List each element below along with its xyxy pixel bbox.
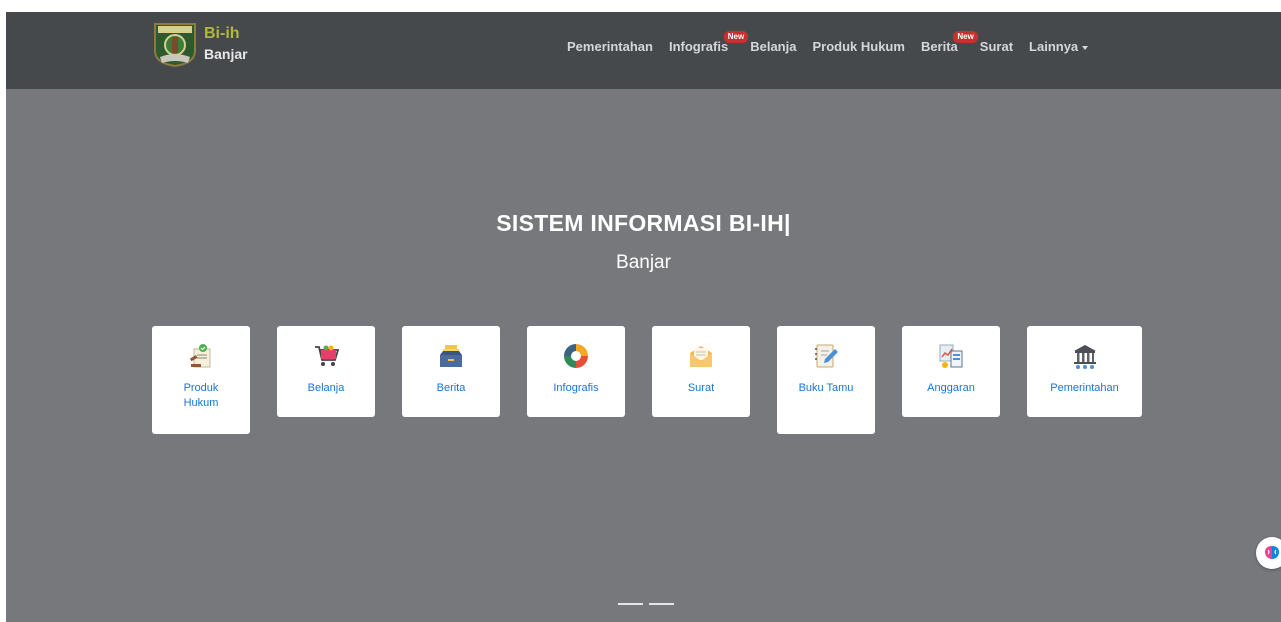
card-infografis[interactable]: Infografis — [527, 326, 625, 417]
card-berita[interactable]: Berita — [402, 326, 500, 417]
main-nav: Pemerintahan Infografis New Belanja Prod… — [567, 31, 1089, 54]
nav-item-berita[interactable]: Berita New — [921, 31, 978, 54]
news-inbox-icon — [440, 345, 462, 367]
floating-assistant-button[interactable] — [1256, 537, 1281, 569]
page: Bi-ih Banjar Pemerintahan Infografis New… — [6, 12, 1281, 622]
shopping-cart-icon — [315, 345, 339, 366]
card-anggaran[interactable]: Anggaran — [902, 326, 1000, 417]
card-pemerintahan[interactable]: Pemerintahan — [1027, 326, 1142, 417]
nav-item-infografis[interactable]: Infografis New — [669, 31, 749, 54]
nav-item-pemerintahan[interactable]: Pemerintahan — [567, 39, 653, 54]
card-surat[interactable]: Surat — [652, 326, 750, 417]
card-buku-tamu[interactable]: Buku Tamu — [777, 326, 875, 434]
card-produk-hukum[interactable]: Produk Hukum — [152, 326, 250, 434]
new-badge: New — [953, 31, 978, 43]
nav-item-surat[interactable]: Surat — [980, 39, 1013, 54]
brain-icon — [1265, 546, 1279, 559]
government-building-icon — [1073, 345, 1096, 369]
navbar: Bi-ih Banjar Pemerintahan Infografis New… — [6, 12, 1281, 89]
nav-item-belanja[interactable]: Belanja — [750, 39, 796, 54]
nav-item-lainnya-dropdown[interactable]: Lainnya — [1029, 39, 1089, 54]
card-label: Infografis — [553, 382, 599, 394]
coat-of-arms-logo — [154, 23, 196, 67]
menu-cards: Produk Hukum Belanja Berita Infografis S… — [152, 326, 1142, 434]
new-badge: New — [723, 31, 749, 43]
carousel-indicator[interactable] — [618, 603, 643, 605]
card-label: Surat — [687, 382, 715, 394]
carousel-indicator[interactable] — [649, 603, 674, 605]
budget-chart-icon — [939, 344, 963, 368]
hero-subtitle: Banjar — [616, 252, 671, 273]
law-document-icon — [189, 344, 211, 368]
nav-item-produk-hukum[interactable]: Produk Hukum — [812, 39, 904, 54]
card-label: Produk Hukum — [183, 382, 219, 409]
carousel-indicators — [618, 603, 680, 605]
card-label: Berita — [436, 382, 466, 394]
envelope-icon — [690, 346, 712, 367]
caret-down-icon — [1082, 45, 1089, 50]
card-belanja[interactable]: Belanja — [277, 326, 375, 417]
card-label: Pemerintahan — [1050, 382, 1119, 394]
card-label: Anggaran — [927, 382, 975, 394]
brand-name: Bi-ih — [204, 25, 240, 42]
guestbook-icon — [815, 344, 838, 368]
hero-title: SISTEM INFORMASI BI-IH| — [496, 210, 791, 236]
pie-chart-icon — [564, 344, 588, 368]
card-label: Buku Tamu — [798, 382, 854, 394]
card-label: Belanja — [307, 382, 345, 394]
brand-subtitle: Banjar — [204, 46, 248, 62]
brand[interactable]: Bi-ih Banjar — [152, 21, 248, 67]
